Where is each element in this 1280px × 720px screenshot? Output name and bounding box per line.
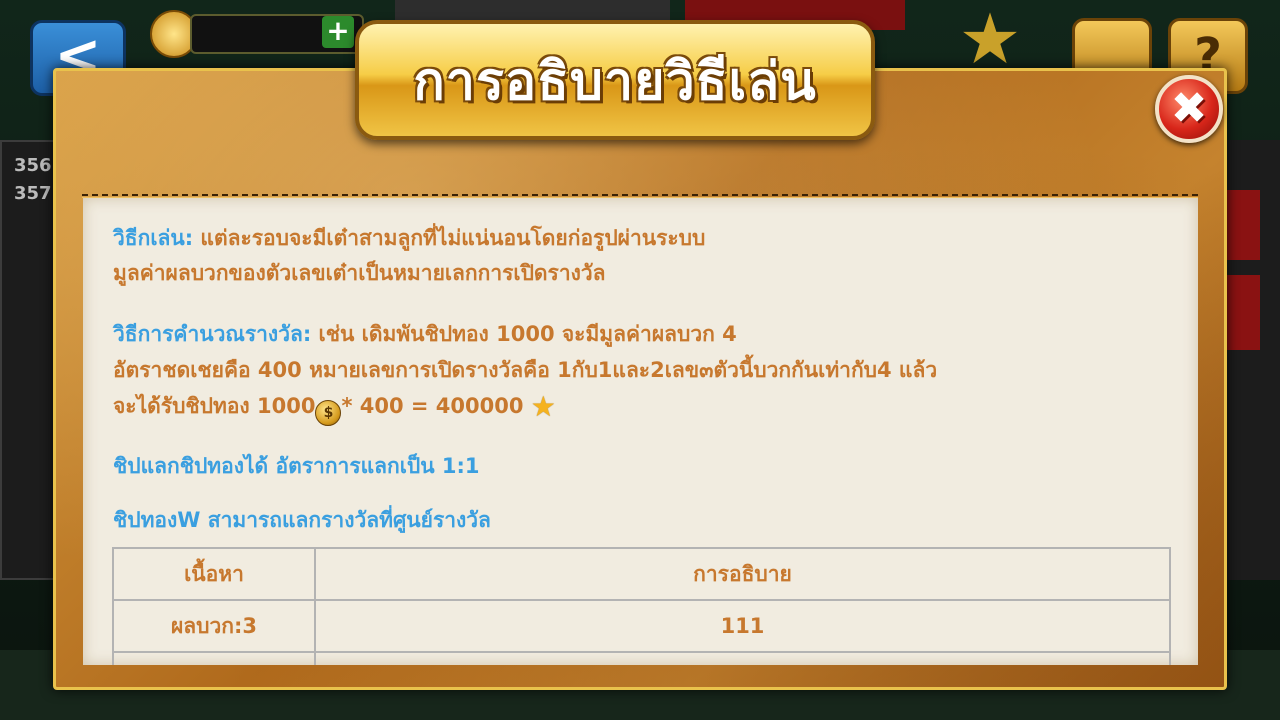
dialog-title: การอธิบายวิธีเล่น <box>413 51 817 112</box>
calc-line3-a: จะได้รับชิปทอง 1000 <box>113 394 316 418</box>
exchange-note: ชิปแลกชิปทองได้ อัตราการแลกเป็น 1:1 <box>113 454 480 478</box>
table-header: การอธิบาย <box>314 547 1171 601</box>
how-to-play-label: วิธีกเล่น: <box>113 226 194 250</box>
close-button[interactable]: ✖ <box>1155 75 1223 143</box>
how-to-play-line1: วิธีกเล่น: แต่ละรอบจะมีเต๋าสามลูกที่ไม่แ… <box>113 221 705 255</box>
calc-label: วิธีการคำนวณรางวัล: <box>113 322 312 346</box>
rules-table: เนื้อหา การอธิบาย ผลบวก:3 111 <box>112 547 1171 665</box>
how-to-play-text: แต่ละรอบจะมีเต๋าสามลูกที่ไม่แน่นอนโดยก่อ… <box>193 226 706 250</box>
table-header: เนื้อหา <box>112 547 316 601</box>
table-header-row: เนื้อหา การอธิบาย <box>112 547 1171 601</box>
table-cell: ผลบวก:3 <box>112 599 316 653</box>
table-cell: 111 <box>314 599 1171 653</box>
calc-text: เช่น เดิมพันชิปทอง 1000 จะมีมูลค่าผลบวก … <box>311 322 737 346</box>
history-panel: 356 357 <box>0 140 58 580</box>
table-row: ผลบวก:3 111 <box>112 599 1171 653</box>
calc-line1: วิธีการคำนวณรางวัล: เช่น เดิมพันชิปทอง 1… <box>113 317 737 351</box>
table-row <box>112 651 1171 665</box>
how-to-play-line2: มูลค่าผลบวกของตัวเลขเต๋าเป็นหมายเลกการเป… <box>113 261 606 285</box>
calc-line3-b: * 400 = 400000 <box>341 394 524 418</box>
star-icon: ★ <box>530 390 556 423</box>
table-cell <box>314 651 1171 665</box>
star-icon: ★ <box>958 0 1022 80</box>
coin-icon: $ <box>315 400 342 426</box>
rules-content[interactable]: วิธีกเล่น: แต่ละรอบจะมีเต๋าสามลูกที่ไม่แ… <box>83 198 1198 665</box>
history-number: 357 <box>14 183 52 204</box>
add-coins-button[interactable]: + <box>322 16 354 48</box>
calc-line2: อัตราชดเชยคือ 400 หมายเลขการเปิดรางวัลคื… <box>113 358 938 382</box>
table-cell <box>112 651 316 665</box>
dialog-title-plate: การอธิบายวิธีเล่น <box>355 20 875 140</box>
calc-line3: จะได้รับชิปทอง 1000 $ * 400 = 400000 ★ <box>113 389 556 426</box>
history-number: 356 <box>14 155 52 176</box>
close-icon: ✖ <box>1170 83 1208 134</box>
gold-w-note: ชิปทองW สามารถแลกรางวัลที่ศูนย์รางวัล <box>113 508 491 532</box>
